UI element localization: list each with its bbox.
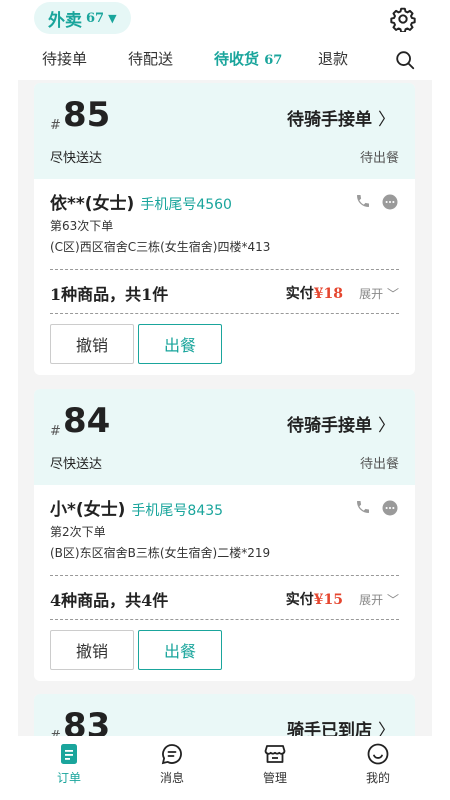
order-type-dropdown[interactable]: 外卖 67 ▼ bbox=[34, 2, 131, 34]
tab-label: 待收货 bbox=[214, 50, 260, 68]
tab-label: 待接单 bbox=[42, 50, 88, 68]
divider bbox=[50, 269, 399, 270]
order-number: 83 bbox=[63, 706, 111, 736]
app-frame: 外卖 67 ▼ 待接单 待配送 待收货 67 退款 # 85 待骑手接单 〉 尽… bbox=[18, 0, 432, 800]
delivery-address: (C区)西区宿舍C三栋(女生宿舍)四楼*413 bbox=[50, 240, 271, 254]
tab-label: 待配送 bbox=[128, 50, 174, 68]
nav-manage[interactable]: 管理 bbox=[240, 742, 310, 794]
divider bbox=[50, 313, 399, 314]
delivery-time: 尽快送达 bbox=[50, 151, 103, 166]
order-card-header: # 84 待骑手接单〉 尽快送达 待出餐 bbox=[34, 389, 415, 485]
order-type-label: 外卖 bbox=[48, 10, 82, 31]
customer-row: 依**(女士) 手机尾号4560 bbox=[50, 189, 232, 214]
nav-label: 我的 bbox=[365, 771, 390, 785]
order-count-text: 第2次下单 bbox=[50, 525, 106, 539]
nav-label: 管理 bbox=[262, 771, 287, 785]
order-hash: # bbox=[50, 424, 61, 439]
order-icon bbox=[61, 744, 77, 764]
gear-icon[interactable] bbox=[390, 6, 416, 32]
cancel-button[interactable]: 撤销 bbox=[50, 324, 134, 364]
phone-icon[interactable] bbox=[355, 193, 371, 209]
tab-pending-delivery[interactable]: 待配送 bbox=[128, 44, 173, 78]
tab-pending-receipt[interactable]: 待收货 67 bbox=[214, 44, 282, 78]
nav-messages[interactable]: 消息 bbox=[137, 742, 207, 794]
meal-status: 待出餐 bbox=[359, 151, 399, 166]
expand-toggle[interactable]: 展开 ﹀ bbox=[359, 591, 399, 608]
customer-phone[interactable]: 手机尾号8435 bbox=[131, 500, 223, 520]
cancel-button[interactable]: 撤销 bbox=[50, 630, 134, 670]
profile-icon bbox=[367, 743, 389, 765]
delivery-time: 尽快送达 bbox=[50, 457, 103, 472]
status-tabs: 待接单 待配送 待收货 67 退款 bbox=[18, 44, 432, 78]
order-card[interactable]: # 84 待骑手接单〉 尽快送达 待出餐 小*(女士) 手机尾号8435 第2次… bbox=[34, 389, 415, 681]
order-status-link[interactable]: 待骑手接单〉 bbox=[287, 411, 395, 436]
nav-label: 消息 bbox=[159, 771, 184, 785]
tab-refund[interactable]: 退款 bbox=[318, 44, 348, 78]
delivery-address: (B区)东区宿舍B三栋(女生宿舍)二楼*219 bbox=[50, 546, 271, 560]
order-status: 待骑手接单 bbox=[287, 110, 372, 130]
order-hash: # bbox=[50, 118, 61, 133]
meal-ready-button[interactable]: 出餐 bbox=[138, 630, 222, 670]
tab-count: 67 bbox=[264, 53, 283, 68]
customer-phone[interactable]: 手机尾号4560 bbox=[140, 194, 232, 214]
divider bbox=[50, 575, 399, 576]
tab-label: 退款 bbox=[318, 50, 349, 68]
order-status: 待骑手接单 bbox=[287, 416, 372, 436]
chevron-right-icon: 〉 bbox=[378, 110, 395, 130]
order-count-text: 第63次下单 bbox=[50, 219, 114, 233]
chevron-right-icon: 〉 bbox=[378, 416, 395, 436]
chat-icon[interactable] bbox=[381, 499, 399, 517]
goods-summary: 1种商品，共1件 bbox=[50, 285, 169, 304]
chevron-right-icon: 〉 bbox=[378, 721, 395, 736]
paid-label: 实付 bbox=[285, 286, 314, 302]
order-status-link[interactable]: 待骑手接单〉 bbox=[287, 105, 395, 130]
order-status: 骑手已到店 bbox=[287, 721, 372, 736]
order-hash: # bbox=[50, 729, 61, 736]
order-type-count: 67 bbox=[86, 10, 105, 26]
tab-pending-accept[interactable]: 待接单 bbox=[42, 44, 87, 78]
customer-row: 小*(女士) 手机尾号8435 bbox=[50, 495, 223, 520]
order-number: 84 bbox=[63, 401, 111, 441]
divider bbox=[50, 619, 399, 620]
order-card[interactable]: # 85 待骑手接单〉 尽快送达 待出餐 依**(女士) 手机尾号4560 第6… bbox=[34, 83, 415, 375]
message-icon bbox=[161, 744, 182, 765]
phone-icon[interactable] bbox=[355, 499, 371, 515]
goods-summary: 4种商品，共4件 bbox=[50, 591, 169, 610]
nav-label: 订单 bbox=[56, 771, 81, 785]
header: 外卖 67 ▼ 待接单 待配送 待收货 67 退款 bbox=[18, 0, 432, 80]
order-card-header: # 83 骑手已到店〉 bbox=[34, 694, 415, 736]
nav-orders[interactable]: 订单 bbox=[34, 742, 104, 794]
order-card-header: # 85 待骑手接单〉 尽快送达 待出餐 bbox=[34, 83, 415, 179]
paid-value: ¥15 bbox=[313, 592, 343, 608]
bottom-nav: 订单 消息 管理 我的 bbox=[18, 736, 432, 800]
chat-icon[interactable] bbox=[381, 193, 399, 211]
meal-status: 待出餐 bbox=[359, 457, 399, 472]
caret-down-icon: ▼ bbox=[108, 11, 117, 25]
order-number: 85 bbox=[63, 95, 111, 135]
search-icon[interactable] bbox=[394, 49, 416, 71]
customer-name: 依**(女士) bbox=[50, 194, 135, 214]
paid-amount: 实付¥15 bbox=[286, 589, 343, 609]
order-card-body: 依**(女士) 手机尾号4560 第63次下单 (C区)西区宿舍C三栋(女生宿舍… bbox=[34, 179, 415, 375]
order-card[interactable]: # 83 骑手已到店〉 bbox=[34, 694, 415, 736]
nav-profile[interactable]: 我的 bbox=[343, 742, 413, 794]
meal-ready-button[interactable]: 出餐 bbox=[138, 324, 222, 364]
order-status-link[interactable]: 骑手已到店〉 bbox=[287, 716, 395, 736]
store-icon bbox=[264, 745, 286, 763]
paid-amount: 实付¥18 bbox=[286, 283, 343, 303]
order-card-body: 小*(女士) 手机尾号8435 第2次下单 (B区)东区宿舍B三栋(女生宿舍)二… bbox=[34, 485, 415, 681]
expand-toggle[interactable]: 展开 ﹀ bbox=[359, 285, 399, 302]
customer-name: 小*(女士) bbox=[50, 500, 126, 520]
order-list[interactable]: # 85 待骑手接单〉 尽快送达 待出餐 依**(女士) 手机尾号4560 第6… bbox=[18, 80, 432, 736]
paid-label: 实付 bbox=[285, 592, 314, 608]
paid-value: ¥18 bbox=[313, 286, 343, 302]
